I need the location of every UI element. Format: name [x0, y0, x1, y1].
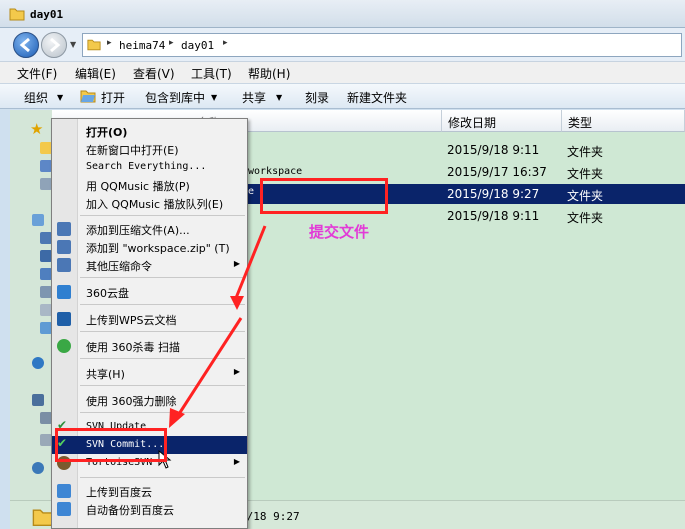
annotation-arrows [169, 225, 267, 428]
explorer-window: day01 ▼ ▸ heima74 ▸ day01 ▸ 文件(F) 编辑(E) … [0, 0, 685, 529]
annotation-arrow-line [177, 317, 243, 415]
annotation-arrow-line [234, 225, 267, 299]
annotation-arrow-head [230, 296, 244, 310]
